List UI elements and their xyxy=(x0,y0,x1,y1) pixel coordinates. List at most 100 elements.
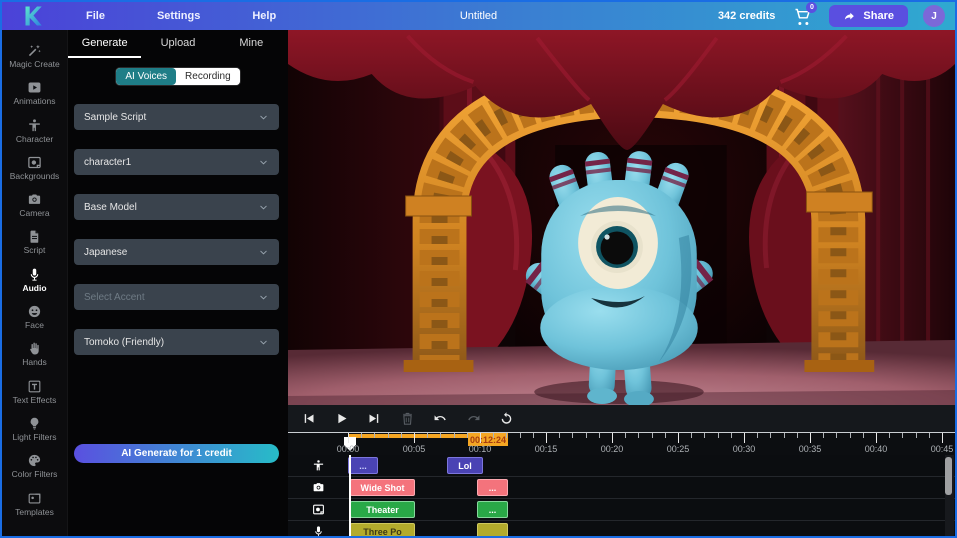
ruler-label: 00:20 xyxy=(601,444,624,454)
tab-upload[interactable]: Upload xyxy=(141,30,214,58)
skip-to-start-button[interactable] xyxy=(298,409,318,429)
sidebar-item-label: Text Effects xyxy=(13,396,57,405)
sidebar-item-backgrounds[interactable]: Backgrounds xyxy=(2,155,67,192)
scene-viewport[interactable] xyxy=(288,30,955,405)
voice-select[interactable]: Tomoko (Friendly) xyxy=(74,329,279,355)
sample-script-select[interactable]: Sample Script xyxy=(74,104,279,130)
sidebar-item-label: Backgrounds xyxy=(10,172,60,181)
ruler-tick xyxy=(612,433,613,443)
ruler-label: 00:05 xyxy=(403,444,426,454)
track-lane-character[interactable]: ... Lol xyxy=(348,455,955,476)
stage-scene xyxy=(288,30,955,405)
ruler-tick xyxy=(652,433,653,438)
camera-icon xyxy=(27,192,42,207)
ruler-label: 00:35 xyxy=(799,444,822,454)
ruler-label: 00:25 xyxy=(667,444,690,454)
ruler-tick xyxy=(599,433,600,438)
ruler-tick xyxy=(691,433,692,438)
undo-button[interactable] xyxy=(430,409,450,429)
microphone-icon xyxy=(27,267,42,282)
redo-button[interactable] xyxy=(463,409,483,429)
track-lane-background[interactable]: Theater... xyxy=(348,499,955,520)
track-row-camera: Wide Shot... xyxy=(288,477,955,499)
timeline-clip[interactable] xyxy=(477,523,508,536)
timeline-ruler[interactable]: 00:12:24 00:0000:0500:1000:1500:2000:250… xyxy=(288,432,955,455)
language-select[interactable]: Japanese xyxy=(74,239,279,265)
toggle-recording[interactable]: Recording xyxy=(176,68,240,85)
ruler-tick xyxy=(401,433,402,438)
sidebar-item-label: Templates xyxy=(15,508,54,517)
timeline-panel: 00:12:24 00:0000:0500:1000:1500:2000:250… xyxy=(288,405,955,536)
menu-settings[interactable]: Settings xyxy=(157,10,200,22)
ruler-tick xyxy=(480,433,481,443)
app-logo-icon[interactable] xyxy=(20,4,44,28)
dropdown-value: Sample Script xyxy=(84,112,146,123)
audio-panel: GenerateUploadMine AI VoicesRecording Sa… xyxy=(68,30,288,536)
track-lane-camera[interactable]: Wide Shot... xyxy=(348,477,955,498)
share-button[interactable]: Share xyxy=(829,5,908,27)
chevron-down-icon xyxy=(258,292,269,303)
sidebar-item-label: Animations xyxy=(13,97,55,106)
sidebar-item-hands[interactable]: Hands xyxy=(2,341,67,378)
timeline-clip[interactable]: Three Po xyxy=(350,523,415,536)
timeline-clip[interactable]: ... xyxy=(348,457,378,474)
cart-button[interactable]: 0 xyxy=(790,4,814,28)
timeline-clip[interactable]: Theater xyxy=(350,501,415,518)
sidebar-item-color-filters[interactable]: Color Filters xyxy=(2,453,67,490)
tab-generate[interactable]: Generate xyxy=(68,30,141,58)
ruler-tick xyxy=(559,433,560,438)
timeline-clip[interactable]: ... xyxy=(477,501,508,518)
menu-file[interactable]: File xyxy=(86,10,105,22)
chevron-down-icon xyxy=(258,337,269,348)
animations-icon xyxy=(27,80,42,95)
timeline-clip[interactable]: ... xyxy=(477,479,508,496)
ruler-tick xyxy=(850,433,851,438)
sidebar-item-character[interactable]: Character xyxy=(2,118,67,155)
panel-tabs: GenerateUploadMine xyxy=(68,30,288,58)
model-select[interactable]: Base Model xyxy=(74,194,279,220)
delete-button[interactable] xyxy=(397,409,417,429)
ruler-label: 00:40 xyxy=(865,444,888,454)
undo-icon xyxy=(433,411,448,426)
sidebar-item-label: Script xyxy=(24,246,46,255)
loop-button[interactable] xyxy=(496,409,516,429)
sidebar-item-script[interactable]: Script xyxy=(2,229,67,266)
track-icon-audio xyxy=(288,521,348,536)
skip-to-end-button[interactable] xyxy=(364,409,384,429)
sidebar-item-label: Character xyxy=(16,135,53,144)
sidebar-item-templates[interactable]: Templates xyxy=(2,491,67,528)
play-button[interactable] xyxy=(331,409,351,429)
sidebar-item-audio[interactable]: Audio xyxy=(2,267,67,304)
dropdown-value: Tomoko (Friendly) xyxy=(84,337,164,348)
ai-generate-button[interactable]: AI Generate for 1 credit xyxy=(74,444,279,463)
user-avatar[interactable]: J xyxy=(923,5,945,27)
track-lane-audio[interactable]: Three Po xyxy=(348,521,955,536)
trash-icon xyxy=(400,411,415,426)
sidebar-item-light-filters[interactable]: Light Filters xyxy=(2,416,67,453)
track-row-character: ... Lol xyxy=(288,455,955,477)
sidebar-item-camera[interactable]: Camera xyxy=(2,192,67,229)
menu-bar: File Settings Help xyxy=(86,10,276,22)
ruler-tick xyxy=(493,433,494,438)
sidebar-item-animations[interactable]: Animations xyxy=(2,80,67,117)
ruler-tick xyxy=(414,433,415,443)
share-label: Share xyxy=(863,10,894,22)
light-filters-icon xyxy=(27,416,42,431)
character-icon xyxy=(312,459,325,472)
tab-mine[interactable]: Mine xyxy=(215,30,288,58)
accent-select[interactable]: Select Accent xyxy=(74,284,279,310)
timeline-clip[interactable]: Lol xyxy=(447,457,483,474)
ruler-tick xyxy=(625,433,626,438)
menu-help[interactable]: Help xyxy=(252,10,276,22)
sidebar-item-label: Hands xyxy=(22,358,47,367)
character-select[interactable]: character1 xyxy=(74,149,279,175)
toggle-ai-voices[interactable]: AI Voices xyxy=(116,68,176,85)
backgrounds-icon xyxy=(312,503,325,516)
sidebar-item-magic-create[interactable]: Magic Create xyxy=(2,43,67,80)
sidebar-item-text-effects[interactable]: Text Effects xyxy=(2,379,67,416)
timeline-clip[interactable]: Wide Shot xyxy=(350,479,415,496)
sidebar-item-label: Magic Create xyxy=(9,60,60,69)
ruler-tick xyxy=(572,433,573,438)
sidebar-item-face[interactable]: Face xyxy=(2,304,67,341)
skip-end-icon xyxy=(367,411,382,426)
